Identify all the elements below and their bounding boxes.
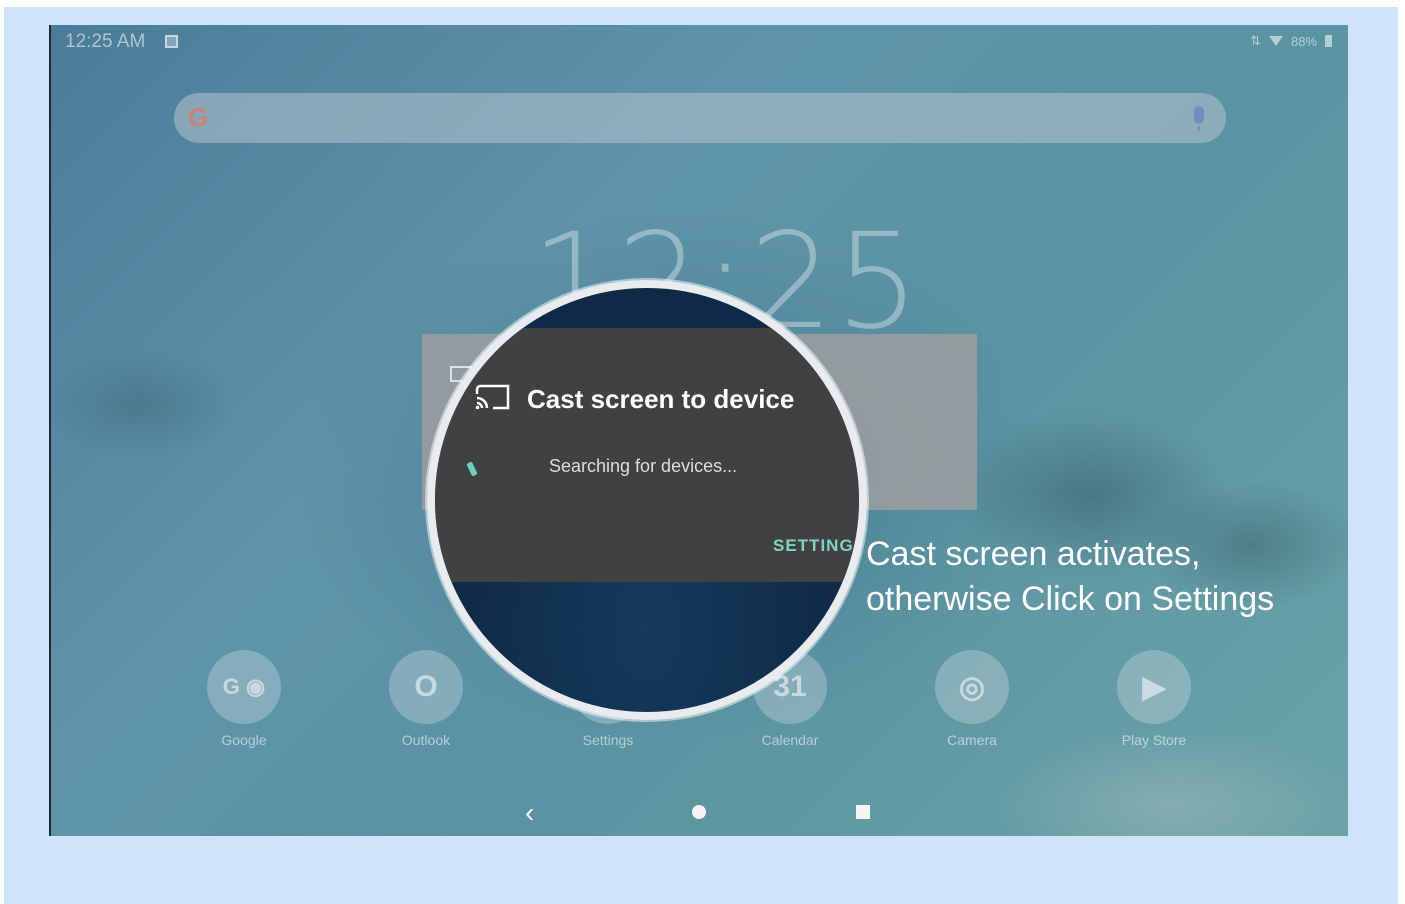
google-search-bar[interactable]: G xyxy=(174,93,1226,143)
recents-icon[interactable] xyxy=(856,805,870,819)
cast-dialog: Cast screen to device Searching for devi… xyxy=(435,328,859,582)
app-label: Outlook xyxy=(401,732,451,748)
app-label: Calendar xyxy=(761,732,819,748)
microphone-icon[interactable] xyxy=(1194,106,1204,131)
cast-dialog-title: Cast screen to device xyxy=(527,384,795,414)
wifi-icon xyxy=(1268,36,1283,46)
google-logo-icon: G xyxy=(188,102,209,132)
battery-icon xyxy=(1325,35,1332,47)
google-folder-icon: G ◉ xyxy=(207,650,281,724)
searching-status: Searching for devices... xyxy=(549,456,738,476)
navigation-bar: ‹ xyxy=(51,795,1348,835)
status-icons: ⇅ 88% xyxy=(1250,33,1332,49)
app-label: Settings xyxy=(582,732,634,748)
app-camera[interactable]: ◎ Camera xyxy=(912,650,1032,748)
outlook-icon: O xyxy=(389,650,463,724)
status-time: 12:25 AM xyxy=(65,31,146,52)
battery-percent: 88% xyxy=(1290,33,1317,49)
app-outlook[interactable]: O Outlook xyxy=(366,650,486,748)
app-google[interactable]: G ◉ Google xyxy=(184,650,304,748)
app-label: Google xyxy=(221,732,267,748)
app-label: Play Store xyxy=(1121,732,1187,748)
back-icon[interactable]: ‹ xyxy=(525,797,534,829)
image-notification-icon xyxy=(165,35,178,48)
loading-spinner-icon xyxy=(466,461,478,477)
caption-line-1: Cast screen activates, xyxy=(866,535,1201,573)
camera-icon: ◎ xyxy=(935,650,1009,724)
home-icon[interactable] xyxy=(692,805,706,819)
app-play-store[interactable]: ▶ Play Store xyxy=(1094,650,1214,748)
caption-line-2: otherwise Click on Settings xyxy=(866,580,1275,618)
instruction-caption: Cast screen activates, otherwise Click o… xyxy=(866,532,1274,622)
settings-button[interactable]: SETTINGS xyxy=(773,536,859,556)
data-arrows-icon: ⇅ xyxy=(1250,33,1261,48)
cast-icon xyxy=(475,384,510,410)
play-store-icon: ▶ xyxy=(1117,650,1191,724)
app-label: Camera xyxy=(947,732,997,748)
status-bar: 12:25 AM ⇅ 88% xyxy=(51,25,1348,59)
magnifier-callout: Cast screen to device Searching for devi… xyxy=(427,280,867,720)
